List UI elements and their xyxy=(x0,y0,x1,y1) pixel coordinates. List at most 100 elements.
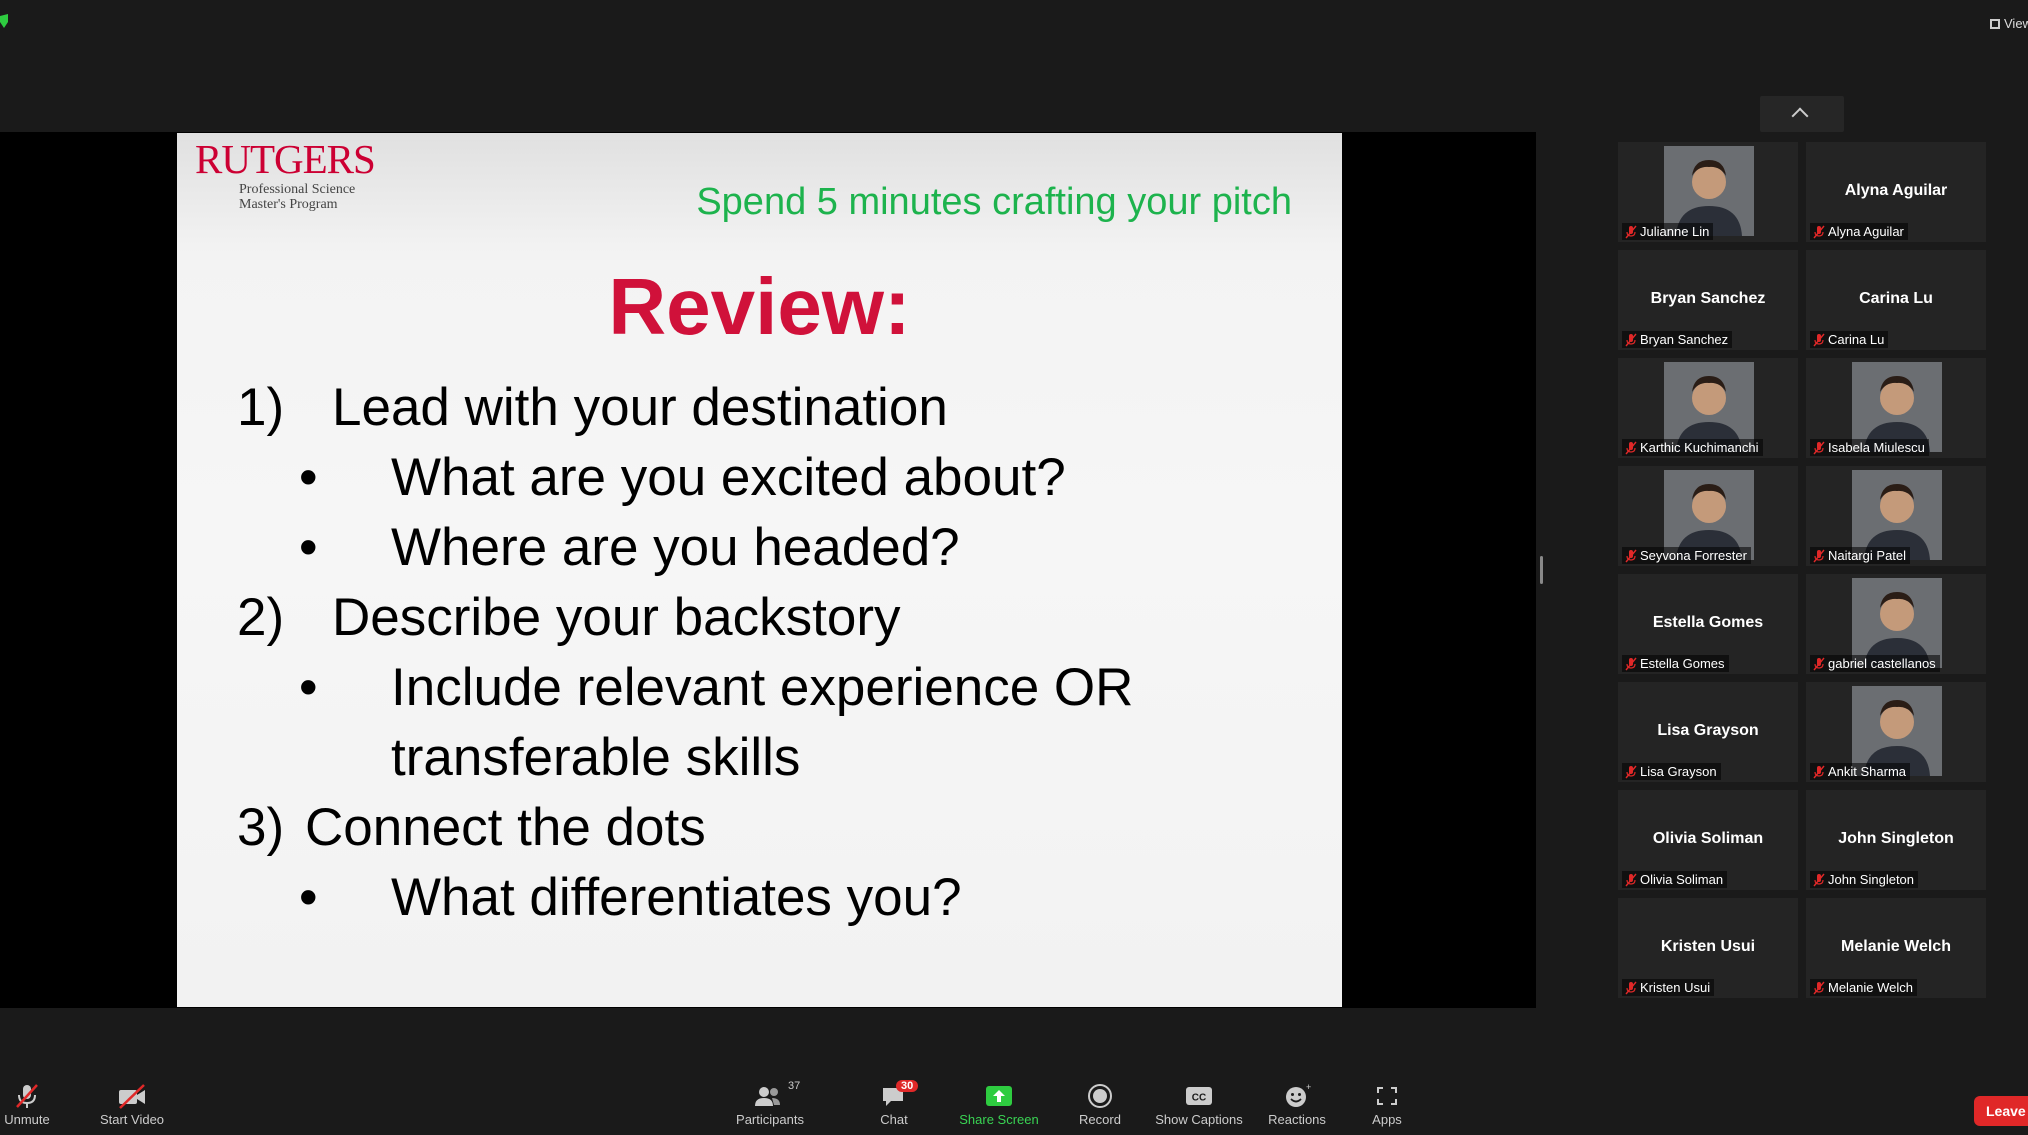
panel-resize-handle[interactable] xyxy=(1540,556,1543,584)
muted-microphone-icon xyxy=(1625,225,1637,239)
participant-name-label: Karthic Kuchimanchi xyxy=(1622,439,1763,456)
muted-microphone-icon xyxy=(1625,549,1637,563)
participant-name-label: Kristen Usui xyxy=(1622,979,1715,996)
participant-name-label: John Singleton xyxy=(1810,871,1919,888)
participant-name-label: Olivia Soliman xyxy=(1622,871,1728,888)
muted-microphone-icon xyxy=(1625,441,1637,455)
logo-wordmark: RUTGERS xyxy=(195,136,376,182)
share-screen-button[interactable]: Share Screen xyxy=(958,1082,1040,1127)
security-shield-icon[interactable] xyxy=(0,14,8,28)
video-off-icon xyxy=(119,1084,145,1109)
participant-name-label: Alyna Aguilar xyxy=(1810,223,1908,240)
muted-microphone-icon xyxy=(1813,549,1825,563)
participant-display-name: Carina Lu xyxy=(1859,290,1933,307)
slide-line: 2) Describe your backstory xyxy=(237,583,1317,653)
top-bar: View xyxy=(0,0,2028,130)
participant-display-name: Alyna Aguilar xyxy=(1844,182,1948,199)
view-button[interactable]: View xyxy=(1990,16,2028,31)
closed-captions-icon: CC xyxy=(1186,1087,1212,1105)
slide-line-text: Connect the dots xyxy=(305,798,706,857)
participant-tile[interactable]: Naitargi Patel xyxy=(1806,466,1986,566)
slide-bullet: • xyxy=(299,658,318,717)
slide-line-text: Describe your backstory xyxy=(332,588,901,647)
participant-name-label: Naitargi Patel xyxy=(1810,547,1911,564)
apps-icon xyxy=(1377,1087,1397,1105)
participant-tile[interactable]: Kristen Usui Kristen Usui xyxy=(1618,898,1798,998)
gallery-scroll-up-button[interactable] xyxy=(1760,96,1844,132)
svg-text:CC: CC xyxy=(1192,1093,1206,1104)
slide-line: • Include relevant experience OR xyxy=(237,653,1317,723)
participant-tile[interactable]: Alyna Aguilar Alyna Aguilar xyxy=(1806,142,1986,242)
reactions-button[interactable]: + Reactions xyxy=(1266,1082,1328,1127)
participant-tile[interactable]: Karthic Kuchimanchi xyxy=(1618,358,1798,458)
participant-tile[interactable]: Seyvona Forrester xyxy=(1618,466,1798,566)
slide-line: • Where are you headed? xyxy=(237,513,1317,583)
logo-subtitle-line-1: Professional Science xyxy=(239,182,356,197)
slide-line-text: Include relevant experience OR xyxy=(391,658,1134,717)
slide-line: 1) Lead with your destination xyxy=(237,373,1317,443)
participant-display-name: John Singleton xyxy=(1838,830,1954,847)
participant-display-name: Olivia Soliman xyxy=(1652,830,1764,847)
slide-body: 1) Lead with your destination • What are yo… xyxy=(237,373,1317,933)
logo-subtitle-line-2: Master's Program xyxy=(239,197,338,212)
apps-button[interactable]: Apps xyxy=(1368,1082,1406,1127)
leave-button[interactable]: Leave xyxy=(1974,1096,2028,1126)
slide-line-text: Where are you headed? xyxy=(391,518,960,577)
participants-button[interactable]: 37 Participants xyxy=(732,1080,808,1127)
slide-line-text: What differentiates you? xyxy=(391,868,962,927)
presentation-slide: RUTGERS Professional Science Master's Pr… xyxy=(177,133,1342,1007)
participant-name-label: Isabela Miulescu xyxy=(1810,439,1929,456)
record-icon xyxy=(1088,1084,1112,1108)
show-captions-button[interactable]: CC Show Captions xyxy=(1154,1082,1244,1127)
participant-tile[interactable]: Estella Gomes Estella Gomes xyxy=(1618,574,1798,674)
slide-bullet: • xyxy=(299,868,318,927)
unmute-button[interactable]: Unmute xyxy=(2,1082,52,1127)
muted-microphone-icon xyxy=(1625,765,1637,779)
slide-line-text: transferable skills xyxy=(391,728,801,787)
slide-item-number: 1) xyxy=(237,378,285,437)
participant-display-name: Estella Gomes xyxy=(1652,614,1764,631)
muted-microphone-icon xyxy=(1813,657,1825,671)
participant-name-label: Julianne Lin xyxy=(1622,223,1714,240)
slide-item-number: 2) xyxy=(237,588,285,647)
muted-microphone-icon xyxy=(16,1084,38,1108)
chat-unread-badge: 30 xyxy=(896,1080,919,1092)
muted-microphone-icon xyxy=(1813,333,1825,347)
participant-tile[interactable]: Olivia Soliman Olivia Soliman xyxy=(1618,790,1798,890)
participant-tile[interactable]: Melanie Welch Melanie Welch xyxy=(1806,898,1986,998)
participant-tile[interactable]: John Singleton John Singleton xyxy=(1806,790,1986,890)
slide-bullet: • xyxy=(299,518,318,577)
muted-microphone-icon xyxy=(1813,225,1825,239)
participant-tile[interactable]: Julianne Lin xyxy=(1618,142,1798,242)
participant-name-label: Seyvona Forrester xyxy=(1622,547,1751,564)
chat-button[interactable]: 30 Chat xyxy=(874,1080,919,1127)
participant-tile[interactable]: Lisa Grayson Lisa Grayson xyxy=(1618,682,1798,782)
rutgers-logo: RUTGERS Professional Science Master's Pr… xyxy=(195,139,395,219)
participant-tile[interactable]: Bryan Sanchez Bryan Sanchez xyxy=(1618,250,1798,350)
participants-icon xyxy=(755,1087,780,1106)
participant-tile[interactable]: gabriel castellanos xyxy=(1806,574,1986,674)
participant-name-label: Carina Lu xyxy=(1810,331,1889,348)
slide-banner-text: Spend 5 minutes crafting your pitch xyxy=(696,181,1292,223)
slide-title: Review: xyxy=(608,262,911,351)
participant-tile[interactable]: Ankit Sharma xyxy=(1806,682,1986,782)
participant-tile[interactable]: Isabela Miulescu xyxy=(1806,358,1986,458)
slide-item-number: 3) xyxy=(237,798,285,857)
slide-line-text: What are you excited about? xyxy=(391,448,1066,507)
muted-microphone-icon xyxy=(1813,441,1825,455)
participant-tile[interactable]: Carina Lu Carina Lu xyxy=(1806,250,1986,350)
svg-text:+: + xyxy=(1306,1082,1311,1092)
record-button[interactable]: Record xyxy=(1078,1082,1122,1127)
reactions-smiley-icon: + xyxy=(1286,1082,1311,1107)
slide-line: transferable skills xyxy=(237,723,1317,793)
muted-microphone-icon xyxy=(1625,333,1637,347)
participant-display-name: Melanie Welch xyxy=(1841,938,1951,955)
muted-microphone-icon xyxy=(1813,873,1825,887)
slide-line: • What are you excited about? xyxy=(237,443,1317,513)
chevron-up-icon xyxy=(1791,107,1809,125)
participant-name-label: Estella Gomes xyxy=(1622,655,1729,672)
slide-line: 3) Connect the dots xyxy=(237,793,1317,863)
start-video-button[interactable]: Start Video xyxy=(96,1082,168,1127)
participant-name-label: Bryan Sanchez xyxy=(1622,331,1733,348)
muted-microphone-icon xyxy=(1813,765,1825,779)
